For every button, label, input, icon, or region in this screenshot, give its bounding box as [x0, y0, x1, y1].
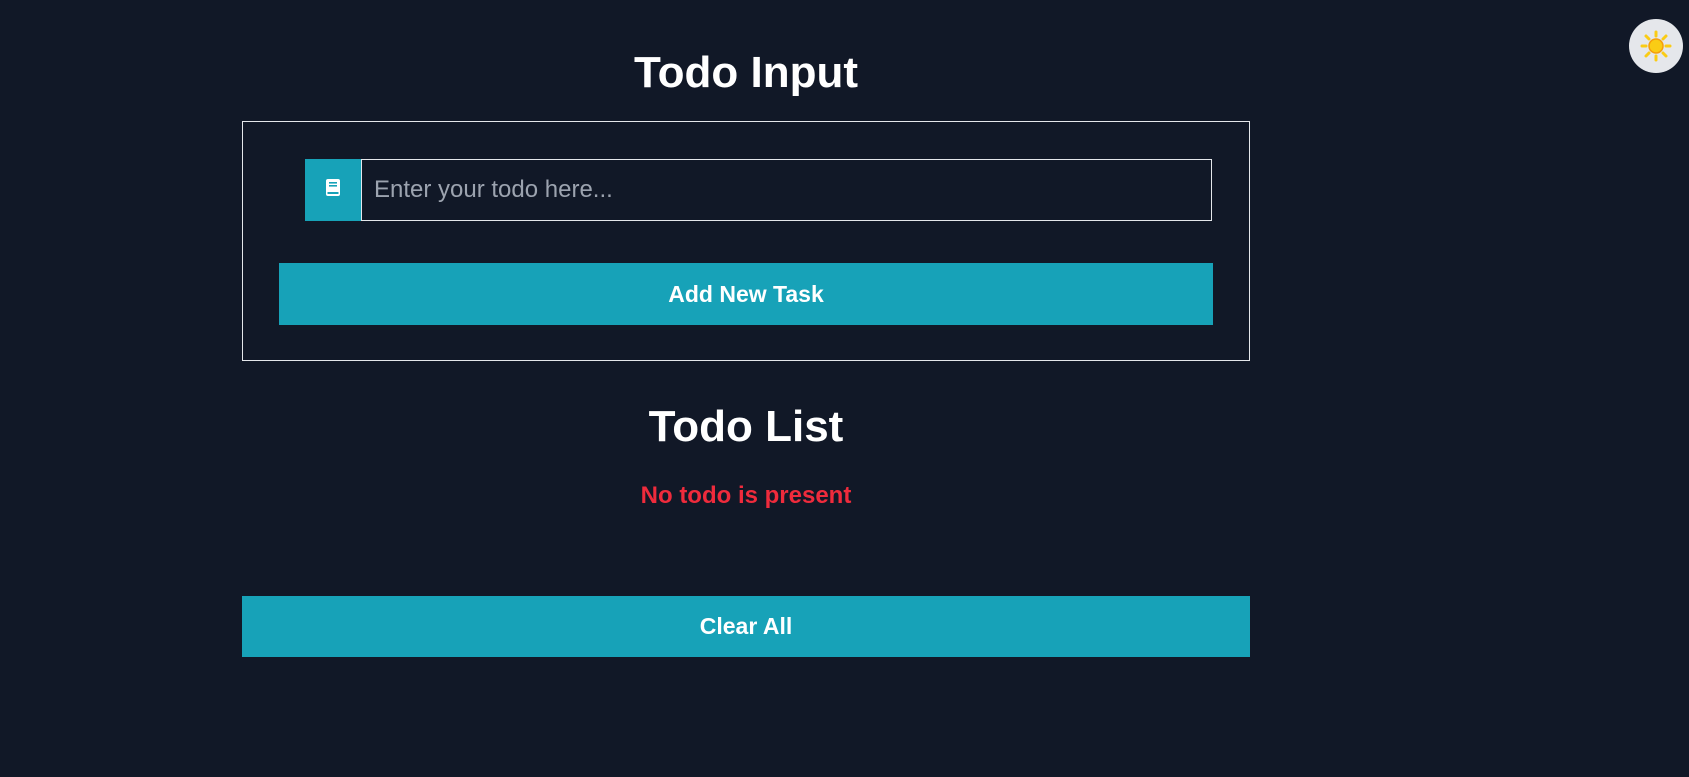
empty-list-message: No todo is present [640, 482, 852, 509]
todo-input-heading: Todo Input [634, 48, 858, 97]
input-icon-box [305, 159, 361, 221]
book-icon [326, 179, 340, 201]
todo-input-group [305, 159, 1212, 221]
theme-toggle-button[interactable] [1629, 19, 1683, 73]
todo-input[interactable] [361, 159, 1212, 221]
add-task-button[interactable]: Add New Task [279, 263, 1213, 325]
sun-icon [1640, 30, 1672, 62]
todo-input-card: Add New Task [242, 121, 1250, 361]
todo-list-heading: Todo List [648, 402, 844, 451]
clear-all-button[interactable]: Clear All [242, 596, 1250, 657]
